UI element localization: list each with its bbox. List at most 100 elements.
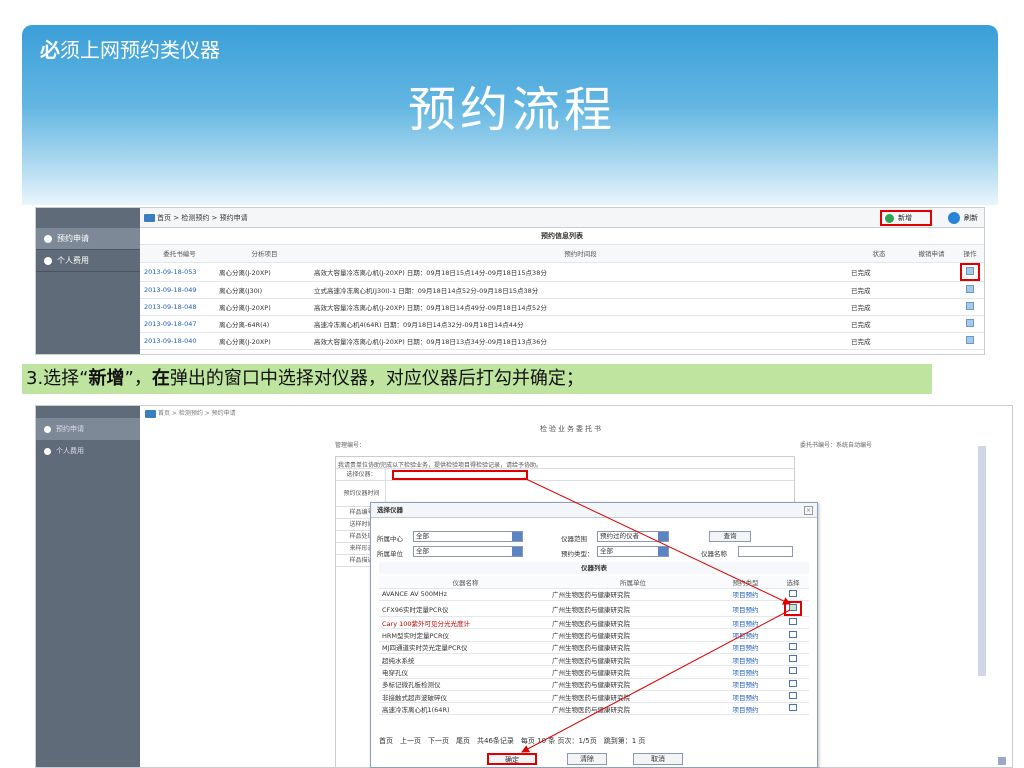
instrument-unit: 广州生物医药与健康研究院	[549, 678, 714, 691]
query-button[interactable]: 查询	[709, 531, 751, 542]
select-cell	[774, 665, 809, 679]
copy-icon[interactable]	[966, 335, 974, 344]
table-row[interactable]: Cary 100紫外可见分光光度计 广州生物医药与健康研究院 项目预约	[379, 616, 809, 630]
select-checkbox[interactable]	[789, 679, 797, 687]
table-row[interactable]: HRM型实时定量PCR仪 广州生物医药与健康研究院 项目预约	[379, 628, 809, 642]
table-row[interactable]: 电穿孔仪 广州生物医药与健康研究院 项目预约	[379, 665, 809, 679]
table-row: 2013-09-18-047 离心分离-64R(4) 高速冷冻离心机4(64R)…	[140, 315, 984, 333]
scroll-down-icon[interactable]	[998, 757, 1006, 765]
select-instrument-dialog: 选择仪器 × 所属中心 全部 仪器范围 预约过的仪者 查询 所属单位 全部 预约…	[370, 502, 818, 768]
table-row: 2013-09-18-049 离心分离(J30I) 立式高速冷冻离心机(J30I…	[140, 281, 984, 299]
bullet-icon	[44, 425, 51, 433]
instrument-name: AVANCE AV 500MHz	[379, 588, 549, 602]
select-checkbox[interactable]	[789, 642, 797, 650]
select-checkbox-checked[interactable]	[789, 604, 797, 612]
select-checkbox[interactable]	[789, 704, 797, 712]
table-row[interactable]: AVANCE AV 500MHz 广州生物医药与健康研究院 项目预约	[379, 588, 809, 602]
order-number-link[interactable]: 2013-09-18-047	[140, 315, 215, 333]
home-icon	[145, 409, 156, 418]
select-checkbox[interactable]	[789, 618, 797, 626]
column-header: 操作	[952, 245, 984, 263]
instrument-picker[interactable]	[392, 470, 528, 480]
refresh-button[interactable]: 刷新	[948, 211, 978, 225]
cancel-button[interactable]: 取消	[633, 753, 683, 765]
column-header: 委托书编号	[140, 245, 215, 263]
sidebar-item-personal-fees[interactable]: 个人费用	[36, 440, 140, 462]
instrument-name-input[interactable]	[738, 546, 793, 557]
order-number-link[interactable]: 2013-09-18-053	[140, 262, 215, 282]
center-select[interactable]: 全部	[413, 531, 523, 542]
bullet-icon	[44, 234, 52, 243]
select-checkbox[interactable]	[789, 589, 797, 597]
select-checkbox[interactable]	[789, 630, 797, 638]
table-row[interactable]: 高速冷冻离心机1(64R) 广州生物医药与健康研究院 项目预约	[379, 702, 809, 716]
status: 已完成	[847, 281, 907, 299]
select-cell	[774, 702, 809, 716]
table-row[interactable]: 非接触式超声波破碎仪 广州生物医药与健康研究院 项目预约	[379, 690, 809, 704]
table-row[interactable]: CFX96实时定量PCR仪 广州生物医药与健康研究院 项目预约	[379, 600, 809, 618]
type-select[interactable]: 全部	[597, 546, 669, 557]
breadcrumb: 首页 > 检测预约 > 预约申请	[140, 406, 1012, 422]
table-row[interactable]: 超纯水系统 广州生物医药与健康研究院 项目预约	[379, 653, 809, 667]
clear-button[interactable]: 清除	[567, 753, 607, 765]
select-cell	[774, 690, 809, 704]
sidebar-item-reservation[interactable]: 预约申请	[36, 228, 140, 250]
time-slot: 高效大容量冷冻离心机(J-20XP) 日期：09月18日15点14分-09月18…	[310, 262, 847, 282]
column-header: 分析项目	[215, 245, 310, 263]
copy-icon[interactable]	[966, 266, 974, 275]
instrument-unit: 广州生物医药与健康研究院	[549, 588, 714, 602]
instrument-name: MJ四通道实时荧光定量PCR仪	[379, 641, 549, 654]
bullet-icon	[44, 256, 52, 265]
chevron-down-icon	[512, 532, 522, 541]
instrument-name: Cary 100紫外可见分光光度计	[379, 616, 549, 630]
reservation-type: 项目预约	[714, 678, 774, 691]
copy-icon[interactable]	[966, 284, 974, 293]
reservation-table: 委托书编号 分析项目 预约时间段 状态 撤销申请 操作 2013-09-18-0…	[140, 245, 984, 350]
reservation-type: 项目预约	[714, 653, 774, 667]
instrument-name: 超纯水系统	[379, 653, 549, 667]
select-cell	[774, 628, 809, 642]
reservation-type: 项目预约	[714, 665, 774, 679]
select-checkbox[interactable]	[789, 667, 797, 675]
copy-icon[interactable]	[966, 301, 974, 310]
reservation-type: 项目预约	[714, 628, 774, 642]
confirm-button[interactable]: 确定	[487, 753, 537, 765]
pagination[interactable]: 首页 上一页 下一页 尾页 共46条记录 每页 10 条 页次：1/5页 跳到第…	[379, 735, 809, 747]
range-select[interactable]: 预约过的仪者	[597, 531, 669, 542]
select-cell	[774, 641, 809, 654]
dialog-title: 选择仪器	[371, 503, 817, 518]
name-label: 仪器名称	[701, 550, 727, 558]
form-note: 我请贵单位协助完成以下检验业务，提供检验项目得检验记录，请给予协助。	[336, 457, 794, 469]
select-cell	[774, 588, 809, 602]
table-row[interactable]: MJ四通道实时荧光定量PCR仪 广州生物医药与健康研究院 项目预约	[379, 641, 809, 654]
sidebar-item-personal-fees[interactable]: 个人费用	[36, 250, 140, 272]
reservation-type: 项目预约	[714, 702, 774, 716]
column-header: 仪器名称	[379, 576, 549, 589]
table-title: 预约信息列表	[140, 228, 984, 245]
close-icon[interactable]: ×	[804, 506, 813, 515]
select-cell	[774, 653, 809, 667]
select-checkbox[interactable]	[789, 655, 797, 663]
cancel-cell	[907, 281, 952, 299]
analysis-item: 离心分离(J30I)	[215, 281, 310, 299]
reservation-type: 项目预约	[714, 588, 774, 602]
copy-icon[interactable]	[966, 318, 974, 327]
sidebar-item-reservation[interactable]: 预约申请	[36, 418, 140, 440]
order-number-link[interactable]: 2013-09-18-049	[140, 281, 215, 299]
instrument-list-title: 仪器列表	[379, 562, 809, 574]
scrollbar[interactable]	[978, 446, 986, 676]
order-number-link[interactable]: 2013-09-18-048	[140, 298, 215, 316]
table-row[interactable]: 多标记微孔板检测仪 广州生物医药与健康研究院 项目预约	[379, 678, 809, 691]
type-label: 预约类型：	[561, 550, 594, 558]
reservation-type: 项目预约	[714, 641, 774, 654]
status: 已完成	[847, 332, 907, 350]
cancel-cell	[907, 298, 952, 316]
unit-select[interactable]: 全部	[413, 546, 523, 557]
instrument-name: HRM型实时定量PCR仪	[379, 628, 549, 642]
operation-cell	[952, 298, 984, 316]
table-header-row: 委托书编号 分析项目 预约时间段 状态 撤销申请 操作	[140, 245, 984, 263]
order-number-link[interactable]: 2013-09-18-040	[140, 332, 215, 350]
select-checkbox[interactable]	[789, 692, 797, 700]
new-button[interactable]: 新增	[880, 210, 932, 226]
unit-label: 所属单位	[377, 550, 403, 558]
